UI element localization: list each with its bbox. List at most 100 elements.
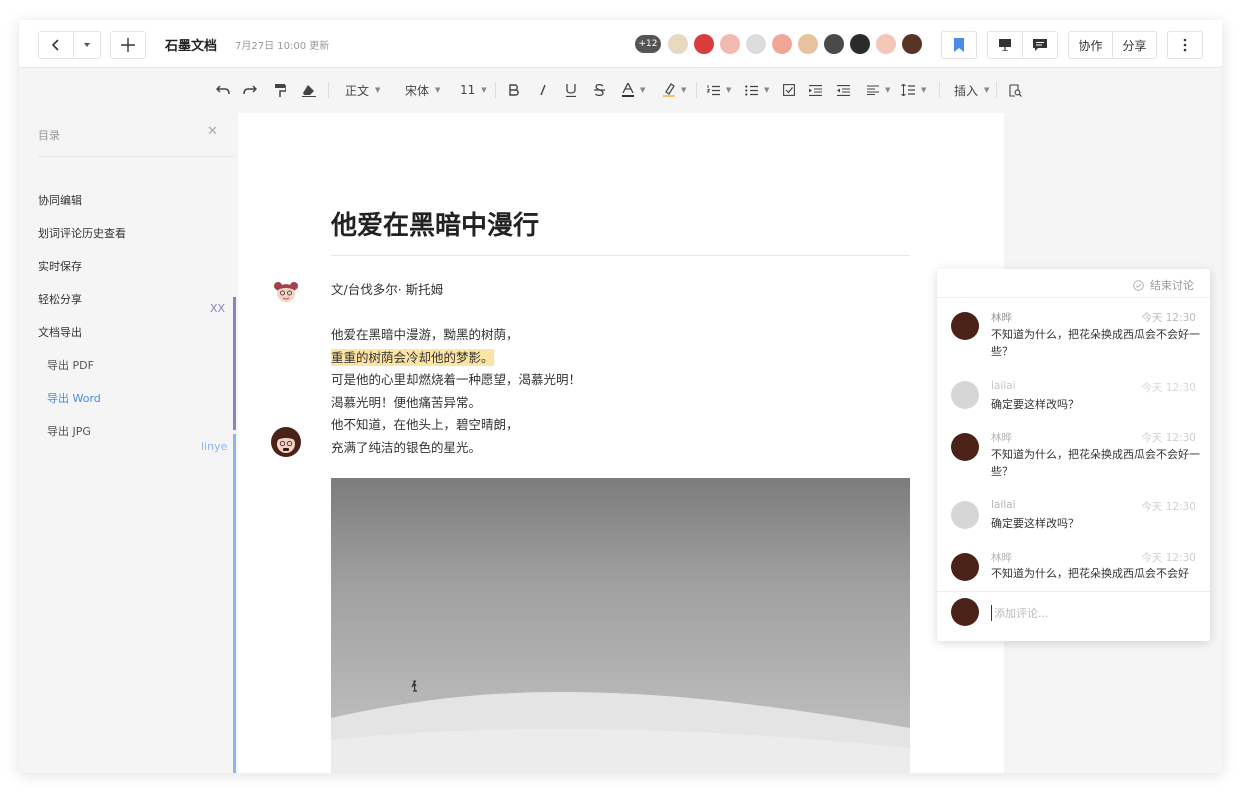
avatar[interactable] <box>951 381 979 409</box>
font-size-label: 11 <box>460 83 476 97</box>
avatar[interactable] <box>772 34 792 54</box>
poem-line[interactable]: 他不知道，在他头上，碧空晴朗， <box>331 414 519 433</box>
comment-time: 今天 12:30 <box>1141 552 1196 564</box>
toc-subitem-jpg[interactable]: 导出 JPG <box>47 423 91 439</box>
indent-decrease-icon <box>837 84 850 96</box>
toc-item-autosave[interactable]: 实时保存 <box>38 258 82 274</box>
font-family-label: 宋体 <box>405 83 430 98</box>
poem-line[interactable]: 充满了纯洁的银色的星光。 <box>331 437 481 456</box>
insert-label: 插入 <box>954 83 979 98</box>
caret-down-icon: ▼ <box>640 86 646 94</box>
back-button[interactable] <box>38 31 74 59</box>
divider <box>495 82 496 98</box>
comment-item: 林晔 今天 12:30 不知道为什么，把花朵换成西瓜会不会好 <box>937 549 1210 583</box>
highlight-color-select[interactable]: ▼ <box>663 81 686 99</box>
avatar[interactable] <box>951 553 979 581</box>
divider <box>38 156 235 157</box>
avatar[interactable] <box>746 34 766 54</box>
snow-dune-image <box>331 680 910 773</box>
document-page[interactable]: 他爱在黑暗中漫行 文/台伐多尔· 斯托姆 他爱在黑暗中漫游，黝黑的树荫， 重重的… <box>238 113 1004 773</box>
collaborator-label-linye: linye <box>201 440 228 453</box>
paragraph-style-label: 正文 <box>345 83 370 98</box>
bold-button[interactable] <box>509 81 519 99</box>
toc-subitem-word[interactable]: 导出 Word <box>47 390 101 406</box>
comment-text: 不知道为什么，把花朵换成西瓜会不会好一些？ <box>991 328 1200 358</box>
avatar[interactable] <box>876 34 896 54</box>
document-title[interactable]: 他爱在黑暗中漫行 <box>331 205 539 242</box>
eraser-icon <box>302 84 316 97</box>
poem-line[interactable]: 可是他的心里却燃烧着一种愿望，渴慕光明！ <box>331 369 581 388</box>
more-menu-button[interactable] <box>1167 31 1203 59</box>
format-painter-button[interactable] <box>274 81 286 99</box>
avatar <box>951 598 979 626</box>
find-replace-button[interactable] <box>1009 81 1022 99</box>
new-doc-button[interactable] <box>110 31 146 59</box>
indent-increase-button[interactable] <box>809 81 822 99</box>
bullet-list-select[interactable]: ▼ <box>745 81 769 99</box>
avatar[interactable] <box>694 34 714 54</box>
line-height-select[interactable]: ▼ <box>901 81 926 99</box>
strikethrough-button[interactable] <box>594 81 605 99</box>
font-family-select[interactable]: 宋体 ▼ <box>405 81 440 99</box>
avatar[interactable] <box>951 433 979 461</box>
share-button[interactable]: 分享 <box>1112 31 1157 59</box>
poem-line[interactable]: 他爱在黑暗中漫游，黝黑的树荫， <box>331 324 519 343</box>
caret-down-icon: ▼ <box>681 86 687 94</box>
comments-toggle-button[interactable] <box>1022 31 1058 59</box>
collaborator-avatar-girl[interactable] <box>272 278 300 306</box>
avatar[interactable] <box>951 501 979 529</box>
toc-item-comment-history[interactable]: 划词评论历史查看 <box>38 225 126 241</box>
undo-button[interactable] <box>216 81 230 99</box>
font-color-select[interactable]: ▼ <box>622 81 645 99</box>
insert-menu-select[interactable]: 插入 ▼ <box>954 81 989 99</box>
checklist-button[interactable] <box>783 81 795 99</box>
divider <box>939 82 940 98</box>
highlighted-text[interactable]: 重重的树荫会冷却他的梦影。 <box>331 349 494 366</box>
more-collaborators-badge[interactable]: +12 <box>635 35 661 53</box>
italic-icon <box>540 84 546 96</box>
comment-time: 今天 12:30 <box>1141 501 1196 513</box>
collaborator-avatar-boy[interactable] <box>271 427 301 457</box>
avatar[interactable] <box>850 34 870 54</box>
font-size-select[interactable]: 11 ▼ <box>460 81 487 99</box>
redo-button[interactable] <box>243 81 257 99</box>
avatar[interactable] <box>798 34 818 54</box>
collaborate-button[interactable]: 协作 <box>1068 31 1113 59</box>
avatar[interactable] <box>668 34 688 54</box>
caret-down-icon: ▼ <box>435 86 441 94</box>
author-line[interactable]: 文/台伐多尔· 斯托姆 <box>331 279 443 298</box>
format-toolbar: 正文 ▼ 宋体 ▼ 11 ▼ ▼ ▼ ▼ ▼ ▼ ▼ 插入 ▼ <box>19 69 1222 111</box>
poem-line-highlighted[interactable]: 重重的树荫会冷却他的梦影。 <box>331 347 494 366</box>
history-dropdown-button[interactable] <box>73 31 101 59</box>
bookmark-icon <box>954 38 964 52</box>
divider <box>937 297 1210 298</box>
ordered-list-select[interactable]: ▼ <box>707 81 731 99</box>
underline-button[interactable] <box>566 81 576 99</box>
toc-item-export[interactable]: 文档导出 <box>38 324 82 340</box>
avatar[interactable] <box>951 312 979 340</box>
avatar[interactable] <box>720 34 740 54</box>
caret-down-icon <box>84 43 90 47</box>
document-image[interactable] <box>331 478 910 773</box>
present-button[interactable] <box>987 31 1023 59</box>
toc-item-share[interactable]: 轻松分享 <box>38 291 82 307</box>
avatar[interactable] <box>824 34 844 54</box>
align-select[interactable]: ▼ <box>867 81 890 99</box>
more-vertical-icon <box>1183 38 1187 52</box>
clear-format-button[interactable] <box>302 81 316 99</box>
close-icon[interactable]: ✕ <box>207 124 218 139</box>
avatar[interactable] <box>902 34 922 54</box>
toc-item-collab-edit[interactable]: 协同编辑 <box>38 192 82 208</box>
comment-text: 确定要这样改吗？ <box>991 398 1079 411</box>
add-comment-input[interactable]: 添加评论... <box>991 605 1049 621</box>
comment-author: 林晔 <box>991 312 1012 324</box>
chevron-left-icon <box>51 39 59 51</box>
ordered-list-icon <box>707 84 720 95</box>
toc-subitem-pdf[interactable]: 导出 PDF <box>47 357 94 373</box>
end-discussion-button[interactable]: 结束讨论 <box>1133 277 1194 293</box>
italic-button[interactable] <box>539 81 547 99</box>
paragraph-style-select[interactable]: 正文 ▼ <box>345 81 380 99</box>
poem-line[interactable]: 渴慕光明！便他痛苦异常。 <box>331 392 481 411</box>
indent-decrease-button[interactable] <box>837 81 850 99</box>
bookmark-button[interactable] <box>941 31 977 59</box>
